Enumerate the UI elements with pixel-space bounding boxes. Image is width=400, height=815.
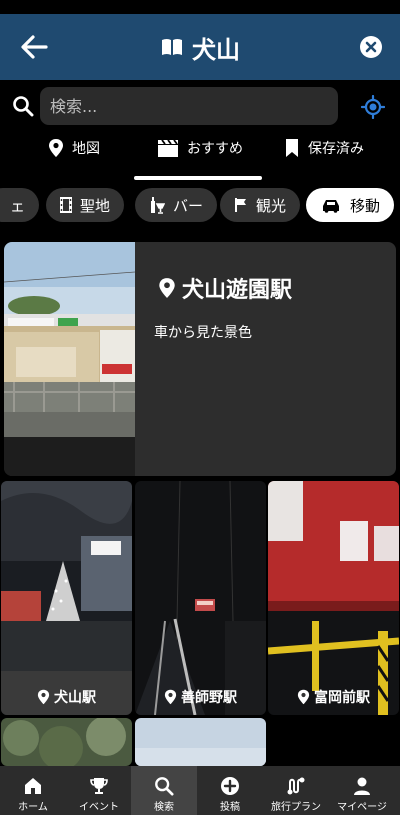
book-icon [162,39,182,55]
home-icon [25,778,41,794]
search-icon [13,96,34,117]
chip-sacred-place[interactable]: 聖地 [46,188,125,222]
tab-recommended[interactable]: おすすめ [157,138,243,180]
tab-map[interactable]: 地図 [48,138,100,180]
nav-label: イベント [79,802,119,813]
search-input[interactable] [40,87,338,125]
nav-post[interactable]: 投稿 [197,766,263,815]
nav-search[interactable]: 検索 [131,766,197,815]
plus-circle-icon [221,777,239,795]
grid-tile-label: 犬山駅 [1,687,132,707]
spot-photo [268,481,399,715]
station-photo [4,242,135,476]
nav-label: ホーム [18,802,48,813]
car-icon [323,200,339,213]
pin-icon [159,278,175,298]
pin-icon [37,689,50,705]
nav-events[interactable]: イベント [66,766,132,815]
pin-icon [297,689,310,705]
app-header: 犬山 [0,14,400,80]
clapperboard-icon [158,139,178,157]
nav-label: 旅行プラン [271,802,321,813]
category-chips: ェ 聖地 バー 観光 移動 [0,186,400,224]
tab-label: 地図 [72,141,100,157]
feature-title: 犬山遊園駅 [158,272,292,304]
bottle-glass-icon [151,197,165,214]
featured-spot-card[interactable]: 犬山遊園駅 車から見た景色 [4,242,396,476]
bottom-navigation: ホーム イベント 検索 投稿 旅行プラン マイページ [0,766,400,815]
grid-tile-sky[interactable] [135,718,266,766]
grid-tile-label-text: 富岡前駅 [314,690,370,706]
chip-label: ェ [10,196,26,215]
header-title-group: 犬山 [0,14,400,80]
grid-tile-label-text: 善師野駅 [181,690,237,706]
tab-saved[interactable]: 保存済み [284,138,364,180]
nav-label: 検索 [154,802,174,813]
search-icon [155,777,174,796]
grid-tile-zenjino-station[interactable]: 善師野駅 [135,481,266,715]
spot-photo [135,481,266,715]
grid-tile-label-text: 犬山駅 [54,690,96,706]
close-icon [365,41,377,53]
search-row [0,82,400,130]
chip-transport[interactable]: 移動 [306,188,395,222]
chip-label: 聖地 [80,196,111,215]
pin-icon [164,689,177,705]
trophy-icon [90,778,108,794]
nav-label: マイページ [337,802,387,813]
chip-bar[interactable]: バー [135,188,218,222]
pin-icon [49,139,63,157]
grid-tile-label: 善師野駅 [135,687,266,707]
chip-label: バー [173,196,204,215]
bookmark-icon [286,139,298,157]
grid-tile-tomiokamae-station[interactable]: 富岡前駅 [268,481,399,715]
user-icon [354,777,370,795]
grid-tile-forest[interactable] [1,718,132,766]
close-button[interactable] [360,36,382,58]
spot-photo [135,718,266,766]
page-title: 犬山 [192,35,240,64]
active-tab-indicator [134,176,262,180]
route-icon [287,777,305,795]
feature-title-text: 犬山遊園駅 [182,278,293,303]
chip-sightseeing[interactable]: 観光 [220,188,301,222]
grid-tile-label: 富岡前駅 [268,687,399,707]
tab-label: 保存済み [308,141,364,157]
feature-description: 車から見た景色 [154,325,252,341]
tab-label: おすすめ [187,141,243,157]
status-bar [0,0,400,14]
flag-icon [235,198,246,212]
nav-my-page[interactable]: マイページ [329,766,395,815]
film-icon [60,197,72,213]
spot-photo [1,718,132,766]
tab-bar: 地図 おすすめ 保存済み [0,138,400,180]
chip-label: 移動 [350,196,381,215]
chip-cafe[interactable]: ェ [0,188,40,222]
current-location-icon[interactable] [361,95,385,119]
nav-travel-plan[interactable]: 旅行プラン [263,766,329,815]
grid-tile-inuyama-station[interactable]: 犬山駅 [1,481,132,715]
spot-photo [1,481,132,715]
chip-label: 観光 [256,196,287,215]
nav-label: 投稿 [220,802,240,813]
nav-home[interactable]: ホーム [0,766,66,815]
